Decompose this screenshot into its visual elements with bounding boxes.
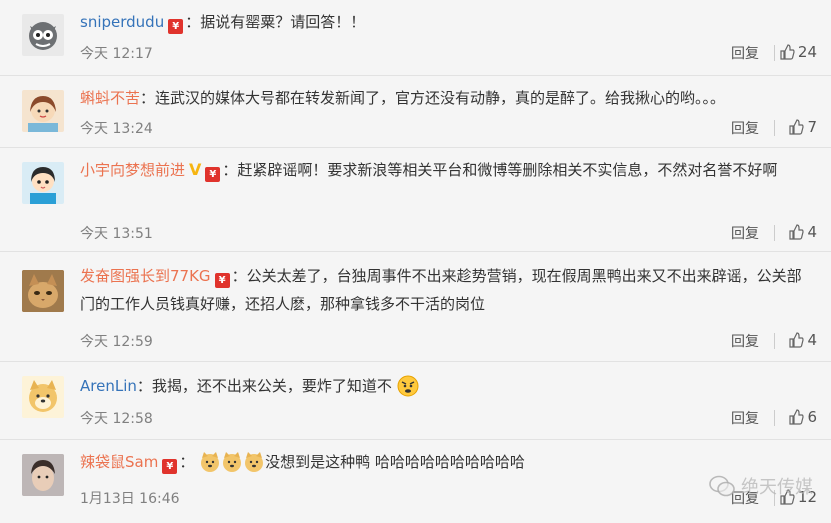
like-button[interactable]: 4 [788,223,817,241]
colon-text: ： [179,453,195,471]
divider [774,410,775,426]
watermark: 绝天传媒 [709,473,813,499]
reply-button[interactable]: 回复 [731,118,759,138]
comment-body: ArenLin：我揭，还不出来公关，要炸了知道不 [80,372,807,400]
divider [774,225,775,241]
comment-item: 小宇向梦想前进 V ¥ ：赶紧辟谣啊！要求新浪等相关平台和微博等删除相关不实信息，不然… [0,148,831,252]
watermark-text: 绝天传媒 [741,477,813,498]
avatar[interactable] [22,90,64,132]
doge-icon [223,452,242,472]
comment-time: 今天 13:51 [80,226,153,242]
comment-time: 1月13日 16:46 [80,491,180,507]
like-button[interactable]: 6 [788,408,817,426]
comment-list: sniperdudu ¥ ：据说有罂粟？请回答！！ 今天 12:17 回复 24 蝌… [0,0,831,523]
thumbs-up-icon [789,119,805,135]
comment-body: 辣袋鼠Sam ¥： 没想到是这种鸭 哈哈哈哈哈哈哈哈哈哈 [80,448,807,476]
reply-button[interactable]: 回复 [731,223,759,243]
vip-icon: ¥ [205,167,221,182]
comment-text: ：赶紧辟谣啊！要求新浪等相关平台和微博等删除相关不实信息，不然对名誉不好啊 [222,161,778,179]
comment-body: 发奋图强长到77KG ¥ ：公关太差了，台独周事件不出来趁势营销，现在假周黑鸭出来又… [80,262,807,318]
avatar[interactable] [22,14,64,56]
like-button[interactable]: 24 [779,43,817,61]
vip-icon: ¥ [162,459,178,474]
comment-time: 今天 12:59 [80,334,153,350]
user-name-link[interactable]: ArenLin [80,377,137,395]
angry-face-icon [397,375,419,397]
comment-time: 今天 12:17 [80,46,153,62]
comment-body: sniperdudu ¥ ：据说有罂粟？请回答！！ [80,8,807,36]
thumbs-up-icon [789,332,805,348]
thumbs-up-icon [789,224,805,240]
reply-button[interactable]: 回复 [731,331,759,351]
comment-body: 蝌蚪不苦：连武汉的媒体大号都在转发新闻了，官方还没有动静，真的是醉了。给我揪心的… [80,84,807,112]
like-button[interactable]: 4 [788,331,817,349]
doge-icon [201,452,220,472]
thumbs-up-icon [780,44,795,60]
comment-item: ArenLin：我揭，还不出来公关，要炸了知道不 今天 12:58 回复 6 [0,362,831,440]
avatar[interactable] [22,454,64,496]
comment-item: sniperdudu ¥ ：据说有罂粟？请回答！！ 今天 12:17 回复 24 [0,0,831,76]
like-count: 6 [807,408,817,426]
comment-item: 蝌蚪不苦：连武汉的媒体大号都在转发新闻了，官方还没有动静，真的是醉了。给我揪心的… [0,76,831,148]
comment-time: 今天 12:58 [80,411,153,427]
divider [774,333,775,349]
wechat-icon [709,475,735,497]
comment-text: ：连武汉的媒体大号都在转发新闻了，官方还没有动静，真的是醉了。给我揪心的哟。。。 [140,89,726,107]
divider [774,120,775,136]
like-count: 4 [807,331,817,349]
like-count: 4 [807,223,817,241]
avatar[interactable] [22,270,64,312]
like-count: 24 [797,43,817,61]
vip-icon: ¥ [214,273,230,288]
like-button[interactable]: 7 [788,118,817,136]
reply-button[interactable]: 回复 [731,408,759,428]
user-name-link[interactable]: 发奋图强长到77KG [80,267,211,285]
comment-body: 小宇向梦想前进 V ¥ ：赶紧辟谣啊！要求新浪等相关平台和微博等删除相关不实信息，不然… [80,156,807,184]
like-count: 7 [807,118,817,136]
user-name-link[interactable]: 蝌蚪不苦 [80,89,140,107]
avatar[interactable] [22,376,64,418]
user-name-link[interactable]: 小宇向梦想前进 [80,161,185,179]
divider [774,45,775,61]
thumbs-up-icon [789,409,805,425]
comment-item: 辣袋鼠Sam ¥： 没想到是这种鸭 哈哈哈哈哈哈哈哈哈哈 1月13日 16:46 … [0,440,831,523]
comment-item: 发奋图强长到77KG ¥ ：公关太差了，台独周事件不出来趁势营销，现在假周黑鸭出来又… [0,252,831,362]
user-name-link[interactable]: 辣袋鼠Sam [80,453,158,471]
vip-icon: ¥ [168,19,184,34]
avatar[interactable] [22,162,64,204]
comment-time: 今天 13:24 [80,121,153,137]
comment-text: 没想到是这种鸭 哈哈哈哈哈哈哈哈哈哈 [265,453,525,471]
user-name-link[interactable]: sniperdudu [80,13,164,31]
comment-text: ：我揭，还不出来公关，要炸了知道不 [136,377,392,395]
doge-icon [245,452,264,472]
verified-v-icon: V [189,160,202,179]
comment-text: ：据说有罂粟？请回答！！ [185,13,366,31]
reply-button[interactable]: 回复 [731,43,759,63]
